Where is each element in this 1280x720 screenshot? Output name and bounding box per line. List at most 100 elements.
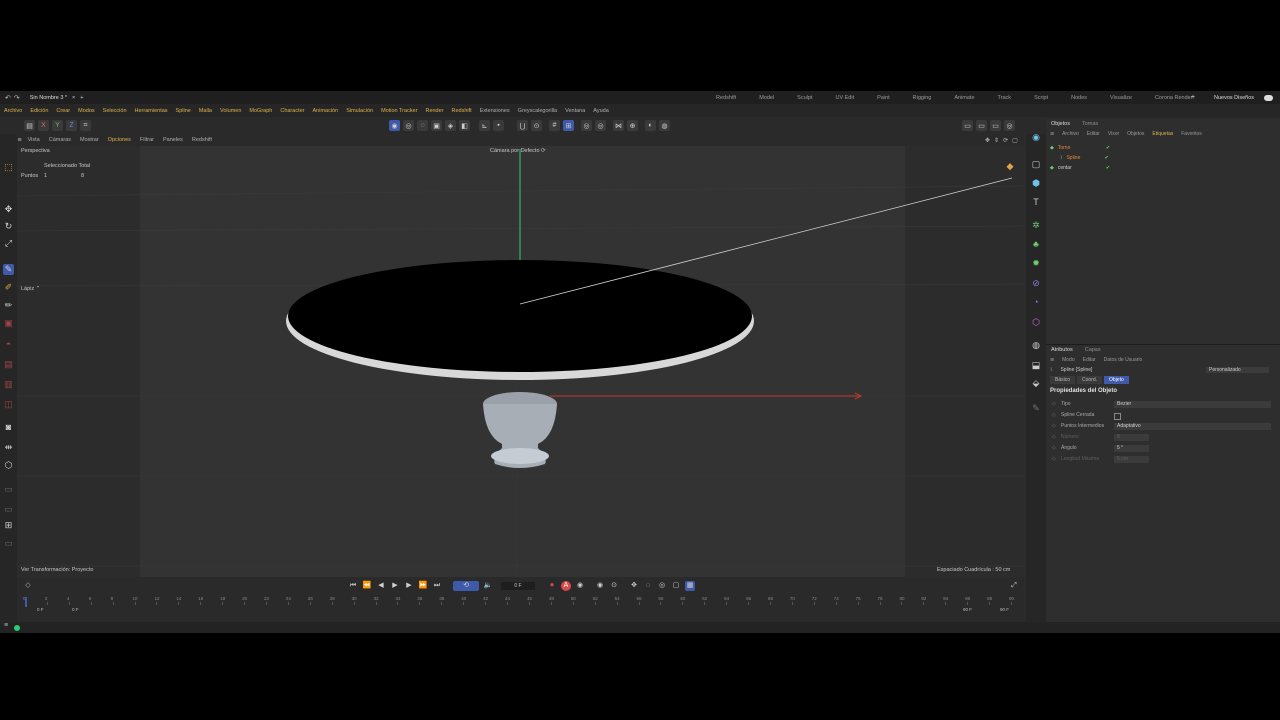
layout-tab[interactable]: Animate (954, 95, 974, 101)
object-row-torno[interactable]: ◆ Torno ✔ (1050, 143, 1110, 152)
brush-icon[interactable]: ✏ (3, 300, 14, 311)
viewport-perspective[interactable]: Perspectiva Cámara por Defecto ⟳ Selecci… (17, 146, 1025, 621)
mograph-icon[interactable]: ♣ (1030, 238, 1042, 250)
objects-menu-item[interactable]: Visor (1108, 131, 1119, 137)
prev-frame-icon[interactable]: ◀ (376, 581, 386, 591)
object-row-centar[interactable]: ◆ centar ✔ (1050, 163, 1110, 172)
end-frame[interactable]: 90 F (1000, 607, 1009, 612)
current-frame-field[interactable]: 0 F (501, 582, 535, 590)
maximize-icon[interactable]: ▢ (1012, 137, 1018, 144)
playhead[interactable] (25, 597, 27, 607)
next-frame-icon[interactable]: ▶ (404, 581, 414, 591)
menu-item[interactable]: Herramientas (135, 108, 168, 114)
symmetry-icon[interactable]: ⋈ (613, 120, 624, 131)
coord-system-icon[interactable]: ⌗ (80, 120, 91, 131)
anim-dot-icon[interactable]: ◇ (1052, 434, 1056, 440)
attributes-tab[interactable]: Capas (1085, 347, 1101, 353)
view-cube-icon[interactable]: ◉ (1030, 131, 1042, 143)
render-active-icon[interactable]: ▭ (976, 120, 987, 131)
redshift-icon[interactable]: ◍ (659, 120, 670, 131)
layout-tab[interactable]: Model (759, 95, 774, 101)
workplane-icon[interactable]: ⊞ (563, 120, 574, 131)
snap-settings-icon[interactable]: ⊙ (531, 120, 542, 131)
menu-item[interactable]: Extensiones (480, 108, 510, 114)
grid-icon[interactable]: # (549, 120, 560, 131)
sound-icon[interactable]: 🔈 (483, 581, 493, 591)
go-to-start-icon[interactable]: ⏮ (348, 581, 358, 591)
layout-tab[interactable]: Script (1034, 95, 1048, 101)
lock-icon[interactable]: ⊕ (627, 120, 638, 131)
pan-icon[interactable]: ✥ (985, 137, 990, 144)
anim-dot-icon[interactable]: ◇ (1052, 456, 1056, 462)
layout-tab[interactable]: Rigging (913, 95, 932, 101)
attribute-value[interactable]: Adaptativo (1114, 423, 1271, 430)
attribute-subtab[interactable]: Coord. (1077, 376, 1103, 384)
start-frame[interactable]: 0 F (37, 607, 44, 612)
render-icon[interactable]: ⬓ (1030, 359, 1042, 371)
pen-tool-icon[interactable]: ✎ (3, 264, 14, 275)
menu-item[interactable]: Redshift (452, 108, 472, 114)
camera-label[interactable]: Cámara por Defecto ⟳ (490, 148, 546, 154)
menu-item[interactable]: Character (280, 108, 304, 114)
anim-dot-icon[interactable]: ◇ (1052, 401, 1056, 407)
prev-key-icon[interactable]: ⏪ (362, 581, 372, 591)
rotate-icon[interactable]: ↻ (3, 221, 14, 232)
move-axis-x-button[interactable]: X (38, 120, 49, 131)
viewport-menu-item[interactable]: Vista (28, 137, 40, 143)
menu-item[interactable]: Greyscalegorilla (518, 108, 557, 114)
cube-outline-icon[interactable]: ⬡ (3, 460, 14, 471)
viewport-menu-item[interactable]: Mostrar (80, 137, 99, 143)
menu-item[interactable]: Archivo (4, 108, 22, 114)
scene-icon[interactable]: ▤ (24, 120, 35, 131)
menu-item[interactable]: Edición (30, 108, 48, 114)
edges-mode-icon[interactable]: ◌ (417, 120, 428, 131)
weight-icon[interactable]: ◙ (3, 422, 14, 433)
param-key-icon[interactable]: ◌ (643, 581, 653, 591)
sketch-icon[interactable]: ✐ (3, 282, 14, 293)
attribute-subtab[interactable]: Básico (1050, 376, 1076, 384)
render-view-icon[interactable]: ◎ (581, 120, 592, 131)
scene-object-icon[interactable]: ◍ (1030, 339, 1042, 351)
attribute-value[interactable]: 8 (1114, 434, 1149, 441)
keyframe-selection-icon[interactable]: ◉ (575, 581, 585, 591)
record-active-icon[interactable]: ⏺ (547, 581, 557, 591)
position-key-icon[interactable]: ◉ (595, 581, 605, 591)
viewport-menu-item[interactable]: Opciones (108, 137, 131, 143)
hamburger-icon[interactable]: ≡ (1050, 131, 1054, 138)
field-icon[interactable]: ⊘ (1030, 277, 1042, 289)
closed-spline-checkbox[interactable] (1114, 413, 1121, 420)
tabletop-surface[interactable] (288, 260, 752, 372)
menu-item[interactable]: Selección (103, 108, 127, 114)
layout-tab[interactable]: UV Edit (835, 95, 854, 101)
layout-tab[interactable]: Sculpt (797, 95, 812, 101)
close-tab-icon[interactable]: × (72, 95, 75, 101)
object-row-spline[interactable]: ⌇ Spline ✔ (1060, 153, 1109, 162)
viewport-menu-item[interactable]: Cámaras (49, 137, 71, 143)
polygons-mode-icon[interactable]: ▣ (431, 120, 442, 131)
hamburger-icon[interactable]: ≡ (1050, 357, 1054, 364)
layout-tab[interactable]: Paint (877, 95, 890, 101)
menu-item[interactable]: Motion Tracker (381, 108, 417, 114)
menu-item[interactable]: Malla (199, 108, 212, 114)
play-icon[interactable]: ▶ (390, 581, 400, 591)
axis-icon[interactable]: ⊾ (479, 120, 490, 131)
snap-icon[interactable]: ▭ (3, 484, 14, 495)
cube-icon[interactable]: ⬢ (1030, 177, 1042, 189)
layout-tab[interactable]: Nodes (1071, 95, 1087, 101)
layout-tab[interactable]: Visualize (1110, 95, 1132, 101)
objects-tab[interactable]: Tomas (1082, 121, 1098, 127)
model-mode-icon[interactable]: ◉ (389, 120, 400, 131)
light-icon[interactable]: ⬡ (1030, 316, 1042, 328)
bridge-icon[interactable]: ▤ (3, 359, 14, 370)
timeline-expand-icon[interactable]: ⤢ (1009, 581, 1019, 591)
preview-end-frame[interactable]: 90 F (963, 607, 972, 612)
render-region-icon[interactable]: ▭ (962, 120, 973, 131)
object-axis-icon[interactable]: ▪ (493, 120, 504, 131)
new-tab-icon[interactable]: + (80, 95, 83, 101)
text-icon[interactable]: T (1030, 196, 1042, 208)
document-tab[interactable]: Sin Nombre 3 * (30, 95, 67, 101)
objects-menu-item[interactable]: Etiquetas (1152, 131, 1173, 137)
hamburger-icon[interactable]: ≡ (17, 137, 21, 144)
visible-check-icon[interactable]: ✔ (1106, 165, 1110, 171)
attribute-value[interactable]: 5 ° (1114, 445, 1149, 452)
